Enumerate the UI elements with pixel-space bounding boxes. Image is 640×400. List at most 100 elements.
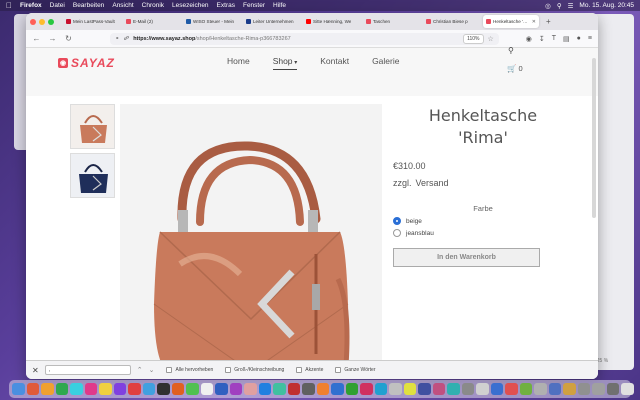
checkbox-highlight-all[interactable]	[166, 367, 173, 373]
menu-item-chronik[interactable]: Chronik	[142, 2, 164, 9]
dock-app-icon[interactable]	[577, 382, 590, 396]
menu-item-datei[interactable]: Datei	[50, 2, 65, 9]
control-center-icon[interactable]: ☰	[568, 2, 574, 10]
dock-app-icon[interactable]	[461, 382, 474, 396]
menu-item-bearbeiten[interactable]: Bearbeiten	[73, 2, 104, 9]
page-scrollbar[interactable]	[592, 58, 596, 218]
option-label[interactable]: Akzente	[305, 367, 323, 373]
tab-close-icon[interactable]: ✕	[532, 19, 536, 25]
reload-icon[interactable]: ↻	[64, 34, 73, 43]
browser-tab[interactable]: WISO Steuer - Mein	[183, 15, 240, 28]
dock-app-icon[interactable]	[128, 382, 141, 396]
option-whole-words[interactable]: Ganze Wörter	[335, 367, 376, 373]
dock-app-icon[interactable]	[418, 382, 431, 396]
product-main-image[interactable]	[120, 104, 382, 378]
menu-item-lesezeichen[interactable]: Lesezeichen	[172, 2, 209, 9]
color-option-jeansblau[interactable]: jeansblau	[393, 229, 573, 237]
cart-link[interactable]: 🛒 0	[507, 64, 523, 73]
dock-app-icon[interactable]	[157, 382, 170, 396]
dock-app-icon[interactable]	[200, 382, 213, 396]
browser-tab[interactable]: Taschen	[363, 15, 420, 28]
menu-hamburger-icon[interactable]: ≡	[588, 35, 592, 43]
apple-menu-icon[interactable]: 	[6, 1, 12, 10]
thumbnail-beige[interactable]	[70, 104, 115, 149]
dock-app-icon[interactable]	[171, 382, 184, 396]
lock-icon[interactable]: ☍	[124, 36, 130, 42]
dock-app-icon[interactable]	[84, 382, 97, 396]
dock-app-icon[interactable]	[302, 382, 315, 396]
shield-icon[interactable]: ⚬	[115, 36, 120, 42]
dock-app-icon[interactable]	[331, 382, 344, 396]
dock-app-icon[interactable]	[215, 382, 228, 396]
dock-app-icon[interactable]	[403, 382, 416, 396]
dock-app-icon[interactable]	[273, 382, 286, 396]
browser-tab[interactable]: Mein LastPass-Vault	[63, 15, 120, 28]
find-previous-icon[interactable]: ⌃	[137, 366, 143, 374]
new-tab-button[interactable]: +	[546, 17, 551, 26]
reader-icon[interactable]: ▤	[563, 35, 570, 43]
menu-app-firefox[interactable]: Firefox	[20, 2, 42, 9]
minimize-window-button[interactable]	[39, 18, 45, 25]
dock-app-icon[interactable]	[316, 382, 329, 396]
bookmark-star-icon[interactable]: ☆	[488, 35, 494, 43]
menu-item-hilfe[interactable]: Hilfe	[273, 2, 286, 9]
nav-kontakt[interactable]: Kontakt	[320, 56, 349, 70]
checkbox-match-diacritics[interactable]	[296, 367, 303, 373]
dock-app-icon[interactable]	[374, 382, 387, 396]
dock-app-icon[interactable]	[26, 382, 39, 396]
option-label[interactable]: Groß-/Kleinschreibung	[234, 367, 284, 373]
nav-home[interactable]: Home	[227, 56, 250, 70]
dock-app-icon[interactable]	[519, 382, 532, 396]
site-logo[interactable]: ◉ SAYAZ	[58, 56, 115, 70]
dock-app-icon[interactable]	[142, 382, 155, 396]
find-input[interactable]: ,	[44, 365, 131, 375]
menu-item-extras[interactable]: Extras	[217, 2, 235, 9]
nav-galerie[interactable]: Galerie	[372, 56, 399, 70]
dock-app-icon[interactable]	[563, 382, 576, 396]
account-icon[interactable]: ●	[577, 35, 581, 43]
address-bar[interactable]: ⚬ ☍ https://www.sayaz.shop/shop/Henkelta…	[110, 32, 499, 45]
dock-app-icon[interactable]	[432, 382, 445, 396]
dock-app-icon[interactable]	[534, 382, 547, 396]
browser-tab[interactable]: Henkeltasche 'Rima'✕	[483, 15, 539, 28]
pocket-icon[interactable]: ◉	[526, 35, 532, 43]
dock-app-icon[interactable]	[186, 382, 199, 396]
menu-clock[interactable]: Mo. 15. Aug. 20:45	[579, 2, 634, 9]
site-search-icon[interactable]: ⚲	[508, 46, 514, 55]
zoom-window-button[interactable]	[48, 18, 54, 25]
browser-tab[interactable]: Leiter Unternehmen	[243, 15, 300, 28]
find-bar-close-icon[interactable]: ✕	[32, 366, 39, 375]
dock-app-icon[interactable]	[621, 382, 634, 396]
radio-jeansblau[interactable]	[393, 229, 401, 237]
color-option-label[interactable]: beige	[406, 218, 422, 225]
dock-app-icon[interactable]	[12, 382, 25, 396]
dock-app-icon[interactable]	[99, 382, 112, 396]
color-option-label[interactable]: jeansblau	[406, 230, 434, 237]
thumbnail-jeansblau[interactable]	[70, 153, 115, 198]
checkbox-match-case[interactable]	[225, 367, 232, 373]
add-to-cart-button[interactable]: In den Warenkorb	[393, 248, 540, 267]
close-window-button[interactable]	[30, 18, 36, 25]
dock-app-icon[interactable]	[244, 382, 257, 396]
browser-tab[interactable]: Sitte Hænning, We	[303, 15, 360, 28]
dock-app-icon[interactable]	[592, 382, 605, 396]
dock-app-icon[interactable]	[229, 382, 242, 396]
dock-app-icon[interactable]	[548, 382, 561, 396]
option-label[interactable]: Ganze Wörter	[344, 367, 375, 373]
dock-app-icon[interactable]	[41, 382, 54, 396]
option-highlight-all[interactable]: Alle hervorheben	[166, 367, 213, 373]
forward-arrow-icon[interactable]: →	[48, 34, 57, 43]
menu-item-ansicht[interactable]: Ansicht	[112, 2, 133, 9]
dock-app-icon[interactable]	[476, 382, 489, 396]
option-match-diacritics[interactable]: Akzente	[296, 367, 323, 373]
dock-app-icon[interactable]	[360, 382, 373, 396]
option-label[interactable]: Alle hervorheben	[175, 367, 213, 373]
dock-app-icon[interactable]	[258, 382, 271, 396]
radio-beige[interactable]	[393, 217, 401, 225]
checkbox-whole-words[interactable]	[335, 367, 342, 373]
dock-app-icon[interactable]	[70, 382, 83, 396]
dock-app-icon[interactable]	[345, 382, 358, 396]
dock-app-icon[interactable]	[490, 382, 503, 396]
option-match-case[interactable]: Groß-/Kleinschreibung	[225, 367, 284, 373]
browser-tab[interactable]: Christian Biese p	[423, 15, 480, 28]
